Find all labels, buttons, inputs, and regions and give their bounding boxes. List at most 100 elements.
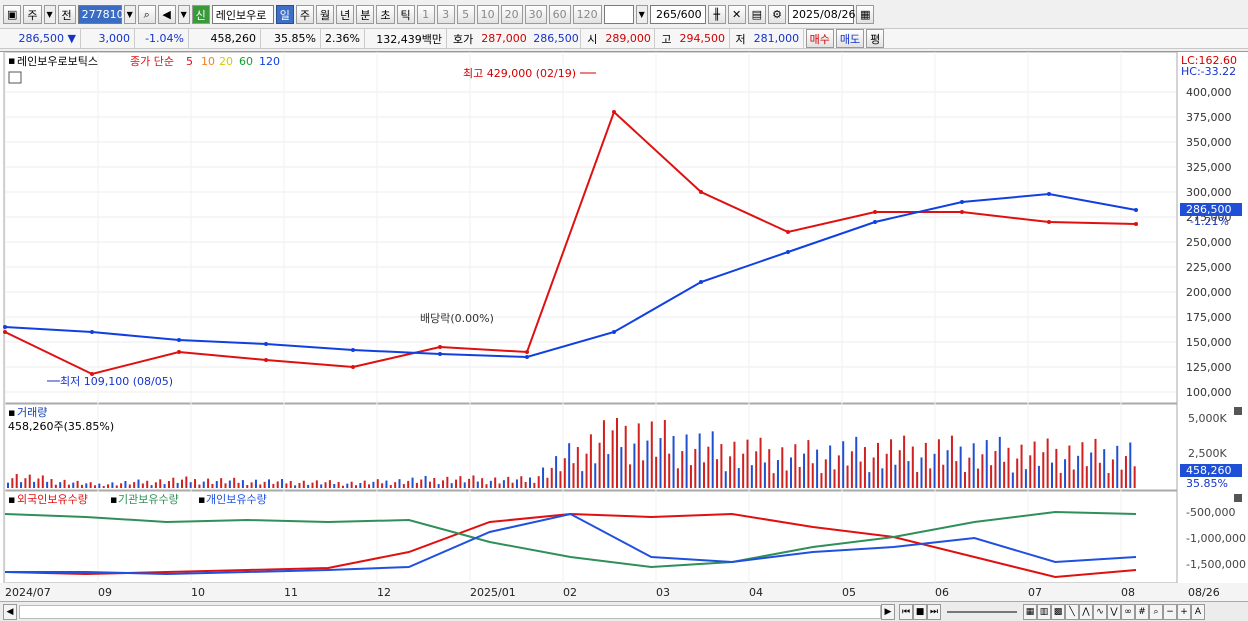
stop-icon[interactable]: ■ bbox=[913, 603, 927, 620]
crosshair-icon[interactable]: ✕ bbox=[727, 5, 746, 24]
x-tick-label: 09 bbox=[98, 586, 112, 599]
volume-bar bbox=[1055, 448, 1058, 488]
font-size-icon[interactable]: A bbox=[1191, 603, 1205, 620]
hc-label: HC:-33.22 bbox=[1181, 65, 1236, 78]
interval-3[interactable]: 3 bbox=[436, 5, 455, 24]
volume-panel-menu-icon[interactable]: ▪ bbox=[8, 406, 15, 419]
bottom-scrollbar[interactable]: ◀ ▶ ⏮ ■ ⏭ ▦ ▥ ▩ ╲ ⋀ ∿ ⋁ ∞ # ⌕ − + A bbox=[0, 601, 1248, 621]
grid-toggle-icon[interactable]: # bbox=[1135, 603, 1149, 620]
period-minute[interactable]: 분 bbox=[356, 5, 375, 24]
x-tick-label: 10 bbox=[191, 586, 205, 599]
all-button[interactable]: 전 bbox=[57, 5, 76, 24]
volume-close-icon[interactable] bbox=[1234, 407, 1242, 415]
volume-bar bbox=[1085, 466, 1088, 488]
interval-60[interactable]: 60 bbox=[548, 5, 571, 24]
eval-button[interactable]: 평 bbox=[866, 29, 885, 48]
all-label: 전 bbox=[61, 8, 72, 22]
save-icon[interactable]: ▤ bbox=[747, 5, 767, 24]
custom-interval-dropdown-icon[interactable]: ▼ bbox=[635, 5, 648, 24]
volume-bar bbox=[568, 443, 571, 488]
flow-close-icon[interactable] bbox=[1234, 494, 1242, 502]
volume-bar bbox=[489, 480, 492, 488]
quote-bar: 286,500 ▼ 3,000 -1.04% 458,260 35.85% 2.… bbox=[0, 28, 1248, 49]
volume-bar bbox=[959, 446, 962, 488]
period-year-label: 년 bbox=[340, 8, 351, 22]
volume-bar bbox=[150, 485, 153, 488]
period-day[interactable]: 일 bbox=[275, 5, 294, 24]
chart-svg[interactable]: ▪ 레인보우로보틱스 종가 단순 5 10 20 60 120 최고 429,0… bbox=[0, 51, 1248, 602]
volume-bar bbox=[220, 478, 223, 488]
volume-bar bbox=[790, 457, 792, 488]
volume-bar bbox=[159, 479, 162, 488]
stock-name-field[interactable]: 레인보우로 bbox=[211, 5, 274, 24]
type-select[interactable]: 주 bbox=[23, 5, 42, 24]
interval-120[interactable]: 120 bbox=[572, 5, 602, 24]
price-panel-menu-icon[interactable]: ▪ bbox=[8, 54, 15, 67]
last-page-icon[interactable]: ⏭ bbox=[927, 603, 941, 620]
period-tick[interactable]: 틱 bbox=[396, 5, 415, 24]
zoom-out-icon[interactable]: − bbox=[1163, 603, 1177, 620]
link-icon[interactable]: ∞ bbox=[1121, 603, 1135, 620]
volume-bar bbox=[1081, 442, 1084, 488]
date-input[interactable]: 2025/08/26 bbox=[788, 5, 855, 24]
zoom-icon[interactable]: ⌕ bbox=[1149, 603, 1163, 620]
candle-icon[interactable]: ╫ bbox=[707, 5, 726, 24]
period-second[interactable]: 초 bbox=[376, 5, 395, 24]
volume-bar bbox=[263, 481, 266, 488]
grid-view-icon[interactable]: ▩ bbox=[1051, 603, 1065, 620]
scroll-left-icon[interactable]: ◀ bbox=[3, 603, 17, 620]
flow-panel-menu-icon[interactable]: ▪ bbox=[8, 493, 15, 506]
draw-curve-icon[interactable]: ∿ bbox=[1093, 603, 1107, 620]
speaker-dropdown-icon[interactable]: ▼ bbox=[177, 5, 190, 24]
volume-bar bbox=[154, 482, 157, 488]
x-tick-label: 04 bbox=[749, 586, 763, 599]
volume-bar bbox=[368, 484, 371, 488]
credit-badge-label: 신 bbox=[195, 8, 206, 22]
period-week[interactable]: 주 bbox=[295, 5, 315, 24]
scroll-track[interactable] bbox=[19, 604, 881, 619]
type-dropdown-icon[interactable]: ▼ bbox=[43, 5, 56, 24]
volume-bar bbox=[750, 465, 753, 488]
price-y-tick: 400,000 bbox=[1186, 86, 1232, 99]
screen-menu-icon[interactable]: ▣ bbox=[3, 5, 22, 24]
interval-1[interactable]: 1 bbox=[416, 5, 435, 24]
period-month[interactable]: 월 bbox=[316, 5, 335, 24]
interval-10[interactable]: 10 bbox=[476, 5, 499, 24]
calendar-icon[interactable]: ▦ bbox=[856, 5, 875, 24]
x-tick-label: 06 bbox=[935, 586, 949, 599]
volume-bar bbox=[189, 482, 192, 488]
draw-line-icon[interactable]: ╲ bbox=[1065, 603, 1079, 620]
gear-icon[interactable]: ⚙ bbox=[768, 5, 787, 24]
volume-bar bbox=[720, 444, 723, 488]
buy-button[interactable]: 매수 bbox=[805, 29, 834, 48]
volume-bar bbox=[646, 440, 649, 488]
volume-bar bbox=[881, 468, 884, 488]
sell-button[interactable]: 매도 bbox=[835, 29, 865, 48]
code-input[interactable]: 277810 bbox=[77, 5, 124, 24]
code-dropdown-icon[interactable]: ▼ bbox=[123, 5, 136, 24]
volume-bar bbox=[1064, 459, 1067, 488]
volume-bar bbox=[1003, 461, 1006, 488]
zoom-slider[interactable] bbox=[947, 610, 1017, 613]
first-page-icon[interactable]: ⏮ bbox=[899, 603, 913, 620]
search-icon[interactable]: ⌕ bbox=[137, 5, 156, 24]
interval-5[interactable]: 5 bbox=[456, 5, 475, 24]
interval-20[interactable]: 20 bbox=[500, 5, 523, 24]
table-icon[interactable] bbox=[8, 71, 22, 84]
speaker-icon[interactable]: ◀ bbox=[157, 5, 176, 24]
draw-wave-icon[interactable]: ⋀ bbox=[1079, 603, 1093, 620]
table-view-icon[interactable]: ▦ bbox=[1023, 603, 1037, 620]
period-day-label: 일 bbox=[279, 8, 290, 22]
count-input[interactable]: 265/600 bbox=[649, 5, 706, 24]
volume-bar bbox=[703, 462, 705, 488]
custom-interval-input[interactable] bbox=[603, 5, 634, 24]
x-tick-label: 12 bbox=[377, 586, 391, 599]
chart-area[interactable]: ▪ 레인보우로보틱스 종가 단순 5 10 20 60 120 최고 429,0… bbox=[0, 51, 1248, 602]
draw-zigzag-icon[interactable]: ⋁ bbox=[1107, 603, 1121, 620]
split-view-icon[interactable]: ▥ bbox=[1037, 603, 1051, 620]
low-label: 저 bbox=[735, 32, 746, 46]
interval-30[interactable]: 30 bbox=[524, 5, 547, 24]
period-year[interactable]: 년 bbox=[336, 5, 355, 24]
zoom-in-icon[interactable]: + bbox=[1177, 603, 1191, 620]
scroll-right-icon[interactable]: ▶ bbox=[881, 603, 895, 620]
